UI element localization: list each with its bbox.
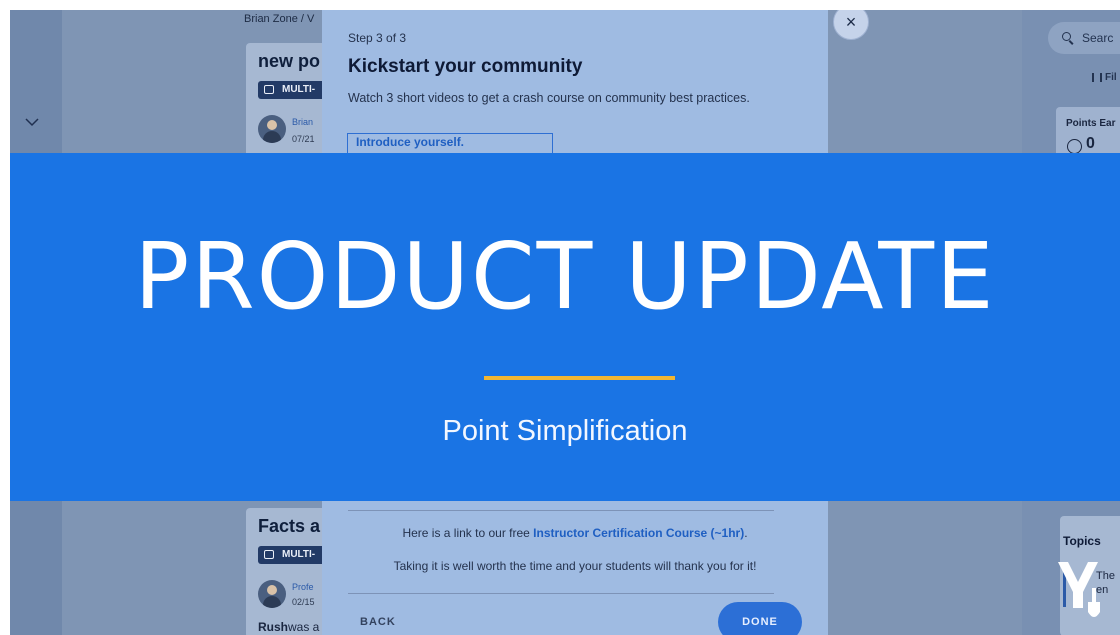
certification-course-link[interactable]: Instructor Certification Course (~1hr) [533,526,744,540]
back-button[interactable]: BACK [360,616,396,628]
chevron-down-icon[interactable] [24,114,40,130]
post-type-label: MULTI- [282,84,316,95]
avatar[interactable] [258,115,286,143]
chat-icon [264,85,274,94]
breadcrumb-root[interactable]: Brian Zone [244,13,298,25]
chat-icon [264,550,274,559]
certification-note: Here is a link to our free Instructor Ce… [322,526,828,540]
avatar[interactable] [258,580,286,608]
done-button[interactable]: DONE [718,602,802,635]
breadcrumb-next[interactable]: V [307,13,314,25]
breadcrumb-separator: / [300,13,304,25]
excerpt-bold: Rush [258,620,288,634]
thanks-note: Taking it is well worth the time and you… [393,559,757,573]
filter-button[interactable]: Fil [1092,72,1117,83]
banner-subtitle: Point Simplification [442,415,688,447]
topics-title: Topics [1063,534,1101,548]
post-author[interactable]: Brian [292,117,313,127]
post-author[interactable]: Profe [292,582,314,592]
brand-logo-icon [1058,562,1100,617]
post-date: 07/21 [292,134,315,144]
search-icon [1062,32,1071,41]
post-card[interactable]: Facts a MULTI- Profe 02/15 Rushwas a [246,508,328,635]
search-input[interactable]: Searc [1048,22,1120,54]
search-placeholder: Searc [1082,31,1114,45]
post-type-badge: MULTI- [258,546,328,564]
excerpt-text: was a [288,620,320,634]
post-card[interactable]: new po MULTI- Brian 07/21 [246,43,328,163]
certification-prefix: Here is a link to our free [402,526,530,540]
divider [348,593,774,594]
modal-title: Kickstart your community [348,56,583,77]
post-type-badge: MULTI- [258,81,328,99]
certification-suffix: . [744,526,748,540]
step-indicator: Step 3 of 3 [348,31,407,45]
divider [348,510,774,511]
post-title[interactable]: new po [258,51,320,72]
close-icon[interactable]: × [833,10,869,40]
post-type-label: MULTI- [282,549,316,560]
clock-icon [1067,139,1082,154]
product-update-banner: PRODUCT UPDATE Point Simplification [10,153,1120,501]
post-title[interactable]: Facts a [258,516,320,537]
post-excerpt: Rushwas a [258,620,319,634]
filter-icon [1092,72,1102,82]
banner-title: PRODUCT UPDATE [134,223,996,330]
banner-divider [484,376,675,380]
filter-label: Fil [1105,72,1117,83]
points-value: 0 [1086,135,1095,152]
modal-subtitle: Watch 3 short videos to get a crash cour… [348,91,750,105]
points-label: Points Ear [1066,118,1116,129]
breadcrumb: Brian Zone / V [244,13,314,25]
post-date: 02/15 [292,597,315,607]
